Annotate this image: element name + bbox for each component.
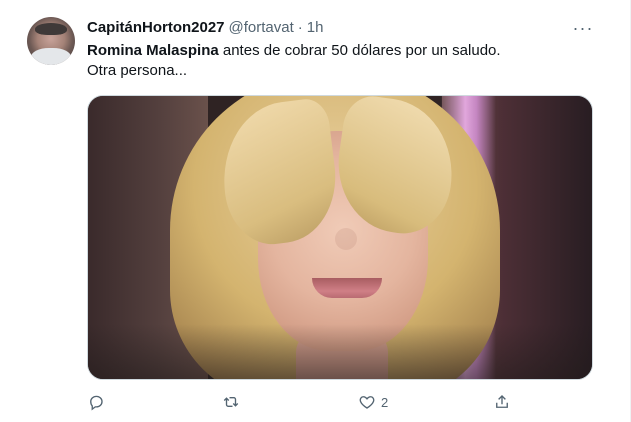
retweet-icon — [223, 397, 239, 407]
like-button[interactable]: 2 — [358, 391, 388, 413]
tweet-text-line-2: Otra persona... — [87, 62, 188, 79]
tweet-actions: 2 — [82, 391, 512, 413]
reply-icon — [90, 395, 103, 411]
reply-button[interactable] — [87, 391, 105, 413]
heart-icon — [359, 396, 375, 409]
mentioned-name[interactable]: Romina Malaspina — [87, 42, 219, 59]
user-handle[interactable]: @fortavat — [229, 18, 294, 38]
image-mouth — [312, 278, 382, 298]
image-bottom-shadow — [88, 324, 592, 379]
tweet-text: Romina Malaspina antes de cobrar 50 dóla… — [87, 41, 597, 81]
tweet-header: CapitánHorton2027 @fortavat · 1h — [87, 18, 323, 38]
image-nose — [335, 228, 357, 250]
tweet-card: CapitánHorton2027 @fortavat · 1h ··· Rom… — [0, 0, 631, 422]
retweet-button[interactable] — [222, 391, 240, 413]
separator-dot: · — [297, 19, 303, 36]
display-name[interactable]: CapitánHorton2027 — [87, 18, 225, 38]
avatar[interactable] — [27, 17, 75, 65]
tweet-time[interactable]: 1h — [307, 18, 324, 38]
share-icon — [496, 395, 508, 408]
tweet-text-line-1: antes de cobrar 50 dólares por un saludo… — [218, 42, 501, 59]
share-button[interactable] — [493, 391, 511, 413]
tweet-image[interactable] — [87, 95, 593, 380]
more-icon[interactable]: ··· — [570, 17, 596, 39]
like-count: 2 — [381, 394, 389, 410]
